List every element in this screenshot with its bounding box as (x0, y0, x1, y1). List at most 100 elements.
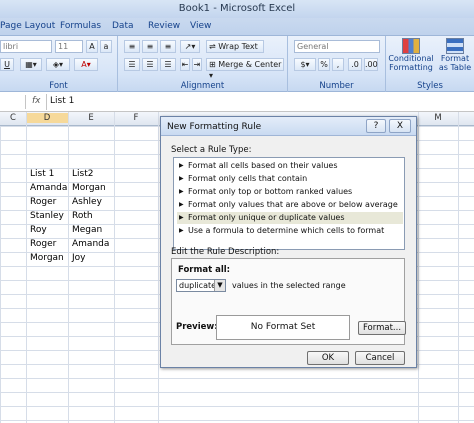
align-right-button[interactable]: ☰ (160, 58, 176, 71)
col-header-e[interactable]: E (68, 113, 114, 123)
ribbon-tabs: Page Layout Formulas Data Review View (0, 18, 474, 36)
cell-d1[interactable]: List 1 (30, 169, 54, 179)
number-group: General $▾ % , .0 .00 Number (288, 36, 386, 92)
increase-indent-button[interactable]: ⇥ (192, 58, 202, 71)
duplicate-select[interactable]: duplicate ▼ (176, 279, 226, 292)
grid-line (158, 112, 159, 423)
ribbon: libri 11 A a U ▦▾ ◈▾ A▾ Font ≡ ≡ ≡ ↗▾ ⇌ … (0, 36, 474, 92)
conditional-label-1: Conditional (388, 54, 434, 63)
underline-button[interactable]: U (0, 58, 14, 71)
borders-button[interactable]: ▦▾ (20, 58, 42, 71)
comma-button[interactable]: , (332, 58, 344, 71)
rule-type-item[interactable]: Format all cells based on their values (177, 160, 403, 172)
cell-e5[interactable]: Megan (72, 225, 102, 235)
grow-font-button[interactable]: A (86, 40, 98, 53)
cell-d6[interactable]: Roger (30, 239, 56, 249)
format-table-label-2: as Table (438, 63, 472, 72)
close-button[interactable]: X (389, 119, 411, 133)
format-table-label-1: Format (440, 54, 470, 63)
tab-data[interactable]: Data (112, 21, 134, 31)
rule-type-item[interactable]: Format only values that are above or bel… (177, 199, 403, 211)
preview-box: No Format Set (216, 315, 350, 340)
format-button[interactable]: Format... (358, 321, 406, 335)
wrap-text-button[interactable]: ⇌ Wrap Text (206, 40, 264, 53)
help-icon: ? (373, 121, 379, 131)
rule-type-item[interactable]: Format only top or bottom ranked values (177, 186, 403, 198)
cell-d3[interactable]: Roger (30, 197, 56, 207)
cell-d4[interactable]: Stanley (30, 211, 64, 221)
formula-input[interactable]: List 1 (50, 96, 74, 106)
cell-e6[interactable]: Amanda (72, 239, 109, 249)
shrink-font-button[interactable]: a (100, 40, 112, 53)
tab-page-layout[interactable]: Page Layout (0, 21, 55, 31)
align-middle-button[interactable]: ≡ (142, 40, 158, 53)
formula-divider (46, 94, 47, 110)
wrap-text-icon: ⇌ (209, 42, 216, 51)
decrease-indent-button[interactable]: ⇤ (180, 58, 190, 71)
format-as-table-button[interactable]: Format as Table (436, 38, 474, 80)
chevron-down-icon[interactable]: ▼ (214, 280, 225, 291)
percent-button[interactable]: % (318, 58, 330, 71)
styles-group: Conditional Formatting Format as Table S… (386, 36, 474, 92)
col-header-d[interactable]: D (26, 113, 68, 123)
font-group-label: Font (49, 81, 68, 91)
rule-type-item[interactable]: Format only cells that contain (177, 173, 403, 185)
merge-center-button[interactable]: ⊞ Merge & Center ▾ (206, 58, 284, 80)
orientation-button[interactable]: ↗▾ (180, 40, 200, 53)
ok-button[interactable]: OK (307, 351, 349, 365)
help-button[interactable]: ? (366, 119, 386, 133)
new-formatting-rule-dialog: New Formatting Rule ? X Select a Rule Ty… (160, 116, 417, 368)
col-header-c[interactable]: C (0, 113, 26, 123)
font-size-combo[interactable]: 11 (55, 40, 83, 53)
font-color-button[interactable]: A▾ (74, 58, 98, 71)
preview-label: Preview: (176, 322, 218, 332)
grid-line (26, 112, 27, 423)
cell-e2[interactable]: Morgan (72, 183, 106, 193)
format-all-suffix: values in the selected range (232, 281, 346, 290)
font-name-combo[interactable]: libri (0, 40, 52, 53)
align-top-button[interactable]: ≡ (124, 40, 140, 53)
dialog-title-bar[interactable]: New Formatting Rule ? X (161, 117, 416, 136)
col-header-m[interactable]: M (418, 113, 458, 123)
rule-type-list[interactable]: Format all cells based on their values F… (173, 157, 405, 250)
name-box[interactable] (0, 95, 26, 109)
fx-icon[interactable]: fx (32, 96, 41, 106)
cell-d2[interactable]: Amanda (30, 183, 67, 193)
align-left-button[interactable]: ☰ (124, 58, 140, 71)
cell-d5[interactable]: Roy (30, 225, 47, 235)
grid-line (458, 112, 459, 423)
cell-e4[interactable]: Roth (72, 211, 93, 221)
close-icon: X (396, 121, 404, 131)
cell-e1[interactable]: List2 (72, 169, 93, 179)
increase-decimal-button[interactable]: .0 (348, 58, 362, 71)
cell-d7[interactable]: Morgan (30, 253, 64, 263)
conditional-formatting-button[interactable]: Conditional Formatting (388, 38, 434, 80)
rule-type-item-selected[interactable]: Format only unique or duplicate values (177, 212, 403, 224)
tab-formulas[interactable]: Formulas (60, 21, 101, 31)
conditional-formatting-icon (402, 38, 420, 54)
select-rule-type-label: Select a Rule Type: (171, 145, 252, 155)
alignment-group-label: Alignment (180, 81, 225, 91)
alignment-group: ≡ ≡ ≡ ↗▾ ⇌ Wrap Text ☰ ☰ ☰ ⇤ ⇥ ⊞ Merge &… (118, 36, 288, 92)
grid-line (114, 112, 115, 423)
tab-view[interactable]: View (190, 21, 211, 31)
align-center-button[interactable]: ☰ (142, 58, 158, 71)
tab-review[interactable]: Review (148, 21, 180, 31)
fill-color-button[interactable]: ◈▾ (46, 58, 70, 71)
rule-type-item[interactable]: Use a formula to determine which cells t… (177, 225, 403, 237)
align-bottom-button[interactable]: ≡ (160, 40, 176, 53)
format-all-label: Format all: (178, 265, 231, 275)
styles-group-label: Styles (417, 81, 443, 91)
number-group-label: Number (319, 81, 354, 91)
formula-bar: fx List 1 (0, 92, 474, 112)
decrease-decimal-button[interactable]: .00 (364, 58, 378, 71)
cancel-button[interactable]: Cancel (355, 351, 405, 365)
table-icon (446, 38, 464, 54)
cell-e7[interactable]: Joy (72, 253, 86, 263)
wrap-text-label: Wrap Text (218, 42, 258, 51)
cell-e3[interactable]: Ashley (72, 197, 102, 207)
font-group: libri 11 A a U ▦▾ ◈▾ A▾ Font (0, 36, 118, 92)
currency-button[interactable]: $▾ (294, 58, 316, 71)
number-format-combo[interactable]: General (294, 40, 380, 53)
col-header-f[interactable]: F (114, 113, 158, 123)
